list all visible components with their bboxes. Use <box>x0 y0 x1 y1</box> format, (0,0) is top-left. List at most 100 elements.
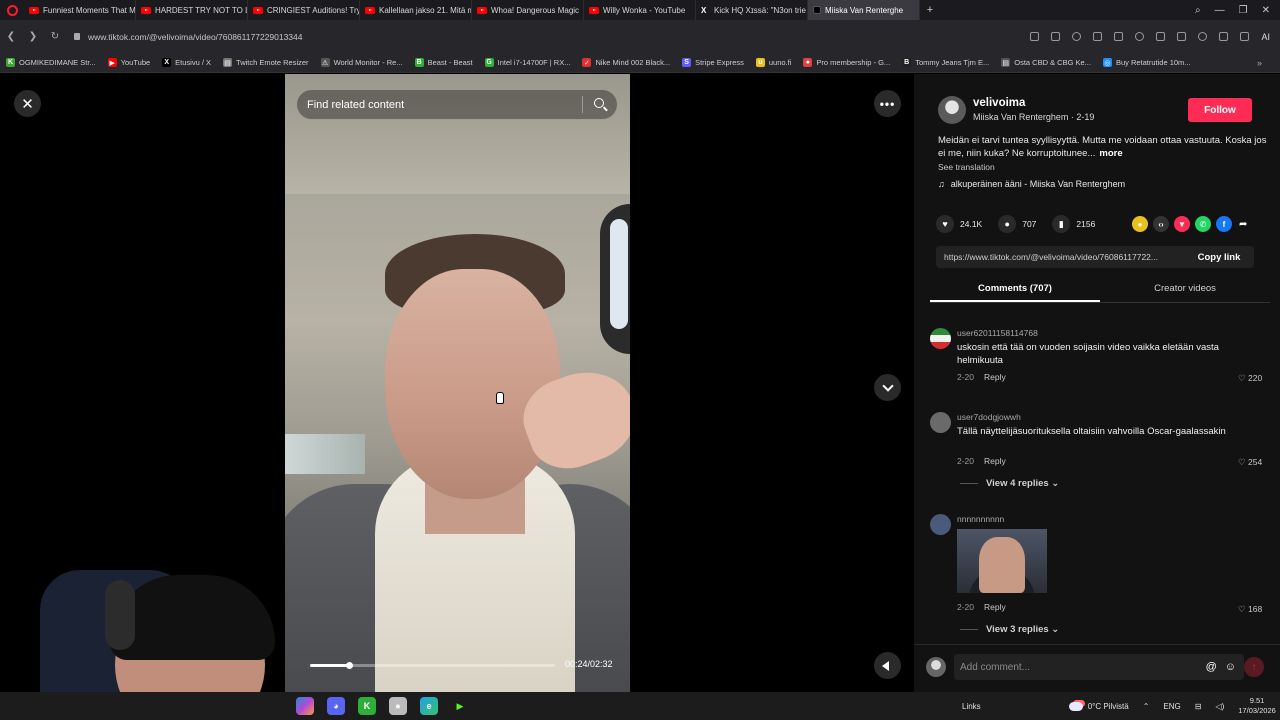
browser-tab[interactable]: HARDEST TRY NOT TO LAI <box>136 0 248 20</box>
reply-button[interactable]: Reply <box>984 602 1006 612</box>
video-player[interactable]: Find related content 00:24/02:32 <box>285 74 630 692</box>
network-icon[interactable]: ⊟ <box>1195 702 1202 711</box>
save-button[interactable]: ▮ 2156 <box>1052 215 1095 233</box>
coin-icon[interactable]: ● <box>1132 216 1148 232</box>
minimize-button[interactable]: — <box>1215 5 1225 16</box>
links-toolbar[interactable]: Links <box>962 702 981 711</box>
bookmark-item[interactable]: u uuno.fi <box>755 58 791 67</box>
profile-icon[interactable] <box>1198 32 1208 41</box>
play-icon[interactable] <box>1114 32 1124 41</box>
reply-button[interactable]: Reply <box>984 456 1006 466</box>
whatsapp-icon[interactable]: ✆ <box>1195 216 1211 232</box>
bookmark-item[interactable]: ◎ Buy Retatrutide 10m... <box>1102 58 1191 67</box>
language-indicator[interactable]: ENG <box>1163 702 1180 711</box>
app-icon[interactable]: ● <box>389 697 407 715</box>
comment-username[interactable]: user7dodgjowwh <box>957 412 1021 422</box>
reload-icon[interactable]: ↻ <box>44 31 66 42</box>
avatar[interactable] <box>930 412 951 433</box>
sound-link[interactable]: ♫ alkuperäinen ääni - Miiska Van Renterg… <box>938 179 1125 189</box>
bookmark-item[interactable]: X Etusivu / X <box>162 58 211 67</box>
forward-button[interactable]: ❯ <box>22 31 44 42</box>
browser-tab[interactable]: Whoa! Dangerous Magic <box>472 0 584 20</box>
bookmark-item[interactable]: ⚠ World Monitor - Re... <box>320 58 403 67</box>
close-video-button[interactable]: ✕ <box>14 90 41 117</box>
url-field[interactable]: www.tiktok.com/@velivoima/video/76086117… <box>74 32 303 42</box>
back-button[interactable]: ❮ <box>0 31 22 42</box>
facebook-icon[interactable]: f <box>1216 216 1232 232</box>
weather-widget[interactable]: 0°C Pilvistä <box>1068 701 1129 711</box>
comment-like-button[interactable]: ♡ 254 <box>1238 457 1262 468</box>
comment-input[interactable]: Add comment... @ ☺ <box>954 654 1244 680</box>
view-replies-button[interactable]: View 4 replies ⌄ <box>960 478 1059 489</box>
browser-tab[interactable]: Funniest Moments That M <box>24 0 136 20</box>
mention-icon[interactable]: @ <box>1206 661 1217 673</box>
shield-icon[interactable] <box>1072 32 1082 41</box>
heart-icon[interactable] <box>1135 32 1145 41</box>
browser-tab[interactable]: Kallellaan jakso 21. Mitä m <box>360 0 472 20</box>
close-window-button[interactable]: ✕ <box>1262 5 1270 16</box>
discord-icon[interactable]: ◕ <box>327 697 345 715</box>
kick-icon[interactable]: K <box>358 697 376 715</box>
bookmark-item[interactable]: ▤ Osta CBD & CBG Ke... <box>1001 58 1091 67</box>
bookmark-item[interactable]: ● Pro membership - G... <box>803 58 890 67</box>
send-to-friends-icon[interactable]: ▼ <box>1174 216 1190 232</box>
bookmark-item[interactable]: K OGMIKEDIMANE Str... <box>6 58 96 67</box>
comment-button[interactable]: ● 707 <box>998 215 1036 233</box>
cube-icon[interactable] <box>1240 32 1250 41</box>
bookmark-item[interactable]: ✓ Nike Mind 002 Black... <box>582 58 670 67</box>
clock[interactable]: 9.51 17/03/2026 <box>1238 696 1276 716</box>
related-content-search[interactable]: Find related content <box>296 89 618 120</box>
extension-icon[interactable] <box>1093 32 1103 41</box>
volume-button[interactable] <box>874 652 901 679</box>
download-icon[interactable] <box>1156 32 1166 41</box>
browser-tab[interactable]: X Kick HQ Xɪssä: "N3on trie <box>696 0 808 20</box>
share-arrow-icon[interactable]: ➦ <box>1239 219 1247 230</box>
search-icon[interactable] <box>583 89 617 120</box>
bookmarks-overflow-icon[interactable]: » <box>1257 58 1262 68</box>
more-options-button[interactable]: ••• <box>874 90 901 117</box>
tab-comments[interactable]: Comments (707) <box>930 279 1100 302</box>
comment-like-button[interactable]: ♡ 168 <box>1238 604 1262 615</box>
ai-button[interactable]: AI <box>1261 32 1270 42</box>
browser-tab-active[interactable]: Miiska Van Renterghe <box>808 0 920 20</box>
send-icon[interactable] <box>1030 32 1040 41</box>
tab-creator-videos[interactable]: Creator videos <box>1100 279 1270 302</box>
like-button[interactable]: ♥ 24.1K <box>936 215 982 233</box>
see-translation-link[interactable]: See translation <box>938 162 995 172</box>
bookmark-item[interactable]: ▶ YouTube <box>107 58 150 67</box>
new-tab-button[interactable]: + <box>920 4 940 16</box>
next-video-button[interactable] <box>874 374 901 401</box>
embed-icon[interactable]: ‹› <box>1153 216 1169 232</box>
more-link[interactable]: more <box>1099 148 1122 159</box>
comment-image[interactable] <box>957 529 1047 593</box>
speaker-icon[interactable]: ◁) <box>1215 702 1224 711</box>
author-username[interactable]: velivoima <box>973 97 1025 109</box>
copy-link-button[interactable]: Copy link <box>1184 252 1254 263</box>
maximize-button[interactable]: ❐ <box>1239 5 1248 16</box>
copilot-icon[interactable] <box>296 697 314 715</box>
avatar[interactable] <box>930 328 951 349</box>
tab-search-icon[interactable]: ⌕ <box>1195 5 1201 16</box>
emoji-icon[interactable]: ☺ <box>1225 661 1236 673</box>
view-replies-button[interactable]: View 3 replies ⌄ <box>960 624 1059 635</box>
bookmark-item[interactable]: B Beast - Beast <box>414 58 473 67</box>
avatar[interactable] <box>930 514 951 535</box>
camera-icon[interactable] <box>1051 32 1061 41</box>
comment-username[interactable]: nnnnnnnnnn <box>957 514 1004 524</box>
reply-button[interactable]: Reply <box>984 372 1006 382</box>
comment-like-button[interactable]: ♡ 220 <box>1238 373 1262 384</box>
video-progress-bar[interactable] <box>310 662 555 669</box>
kick-studio-icon[interactable]: ▶ <box>451 697 469 715</box>
opera-menu-icon[interactable] <box>0 0 24 20</box>
browser-tab[interactable]: CRINGIEST Auditions! Try <box>248 0 360 20</box>
bookmark-item[interactable]: B Tommy Jeans Tjm E... <box>902 58 989 67</box>
comment-username[interactable]: user62011158114768 <box>957 328 1038 338</box>
bookmark-item[interactable]: S Stripe Express <box>682 58 744 67</box>
menu-icon[interactable] <box>1177 32 1187 41</box>
bookmark-item[interactable]: ▤ Twitch Emote Resizer <box>223 58 309 67</box>
edge-icon[interactable]: e <box>420 697 438 715</box>
browser-tab[interactable]: Willy Wonka - YouTube <box>584 0 696 20</box>
translate-icon[interactable] <box>1219 32 1229 41</box>
bookmark-item[interactable]: G Intel i7-14700F | RX... <box>484 58 570 67</box>
post-comment-button[interactable]: ↑ <box>1244 657 1264 677</box>
